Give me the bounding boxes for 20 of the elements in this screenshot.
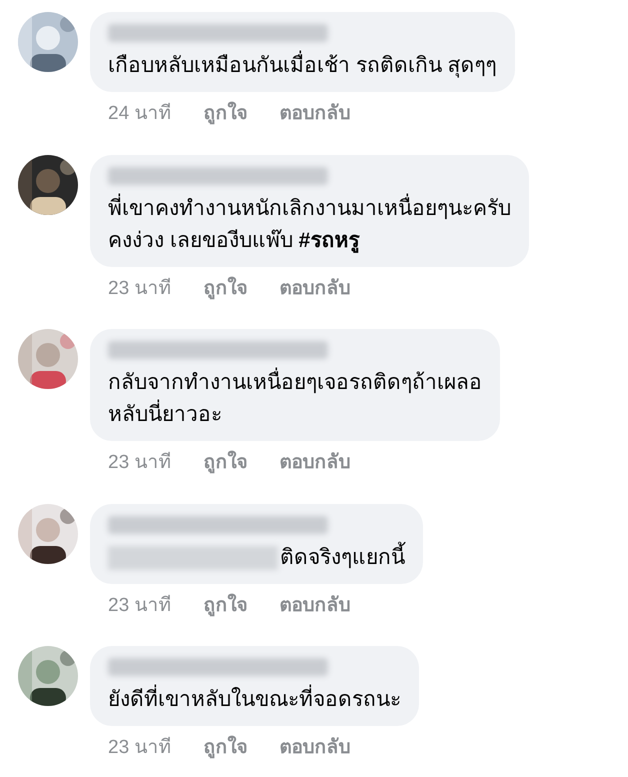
comment-time[interactable]: 23 นาที — [108, 734, 172, 762]
comment-time[interactable]: 24 นาที — [108, 100, 172, 128]
comment-time[interactable]: 23 นาที — [108, 449, 172, 478]
like-link[interactable]: ถูกใจ — [203, 592, 248, 620]
reply-link[interactable]: ตอบกลับ — [279, 592, 350, 620]
reply-link[interactable]: ตอบกลับ — [279, 100, 350, 128]
comment-text: เกือบหลับเหมือนกันเมื่อเช้า รถติดเกิน สุดๆๆ — [108, 50, 497, 82]
reply-link[interactable]: ตอบกลับ — [279, 449, 350, 478]
reply-link[interactable]: ตอบกลับ — [279, 274, 350, 303]
comment-time[interactable]: 23 นาที — [108, 274, 172, 303]
reply-link[interactable]: ตอบกลับ — [279, 734, 350, 762]
comment-text: ยังดีที่เขาหลับในขณะที่จอดรถนะ — [108, 684, 401, 716]
like-link[interactable]: ถูกใจ — [203, 274, 248, 303]
comment-time[interactable]: 23 นาที — [108, 592, 172, 620]
like-link[interactable]: ถูกใจ — [203, 734, 248, 762]
comment-text: กลับจากทำงานเหนื่อยๆเจอรถติดๆถ้าเผลอ หลับนี่ยาวอะ — [108, 367, 482, 431]
like-link[interactable]: ถูกใจ — [203, 449, 248, 478]
like-link[interactable]: ถูกใจ — [203, 100, 248, 128]
comment-text: พี่เขาคงทำงานหนักเลิกงานมาเหนื่อยๆนะครับ คงง่วง เลยของีบแพ๊บ #รถหรู — [108, 192, 511, 256]
comment-text: ติดจริงๆแยกนี้ — [280, 542, 405, 574]
